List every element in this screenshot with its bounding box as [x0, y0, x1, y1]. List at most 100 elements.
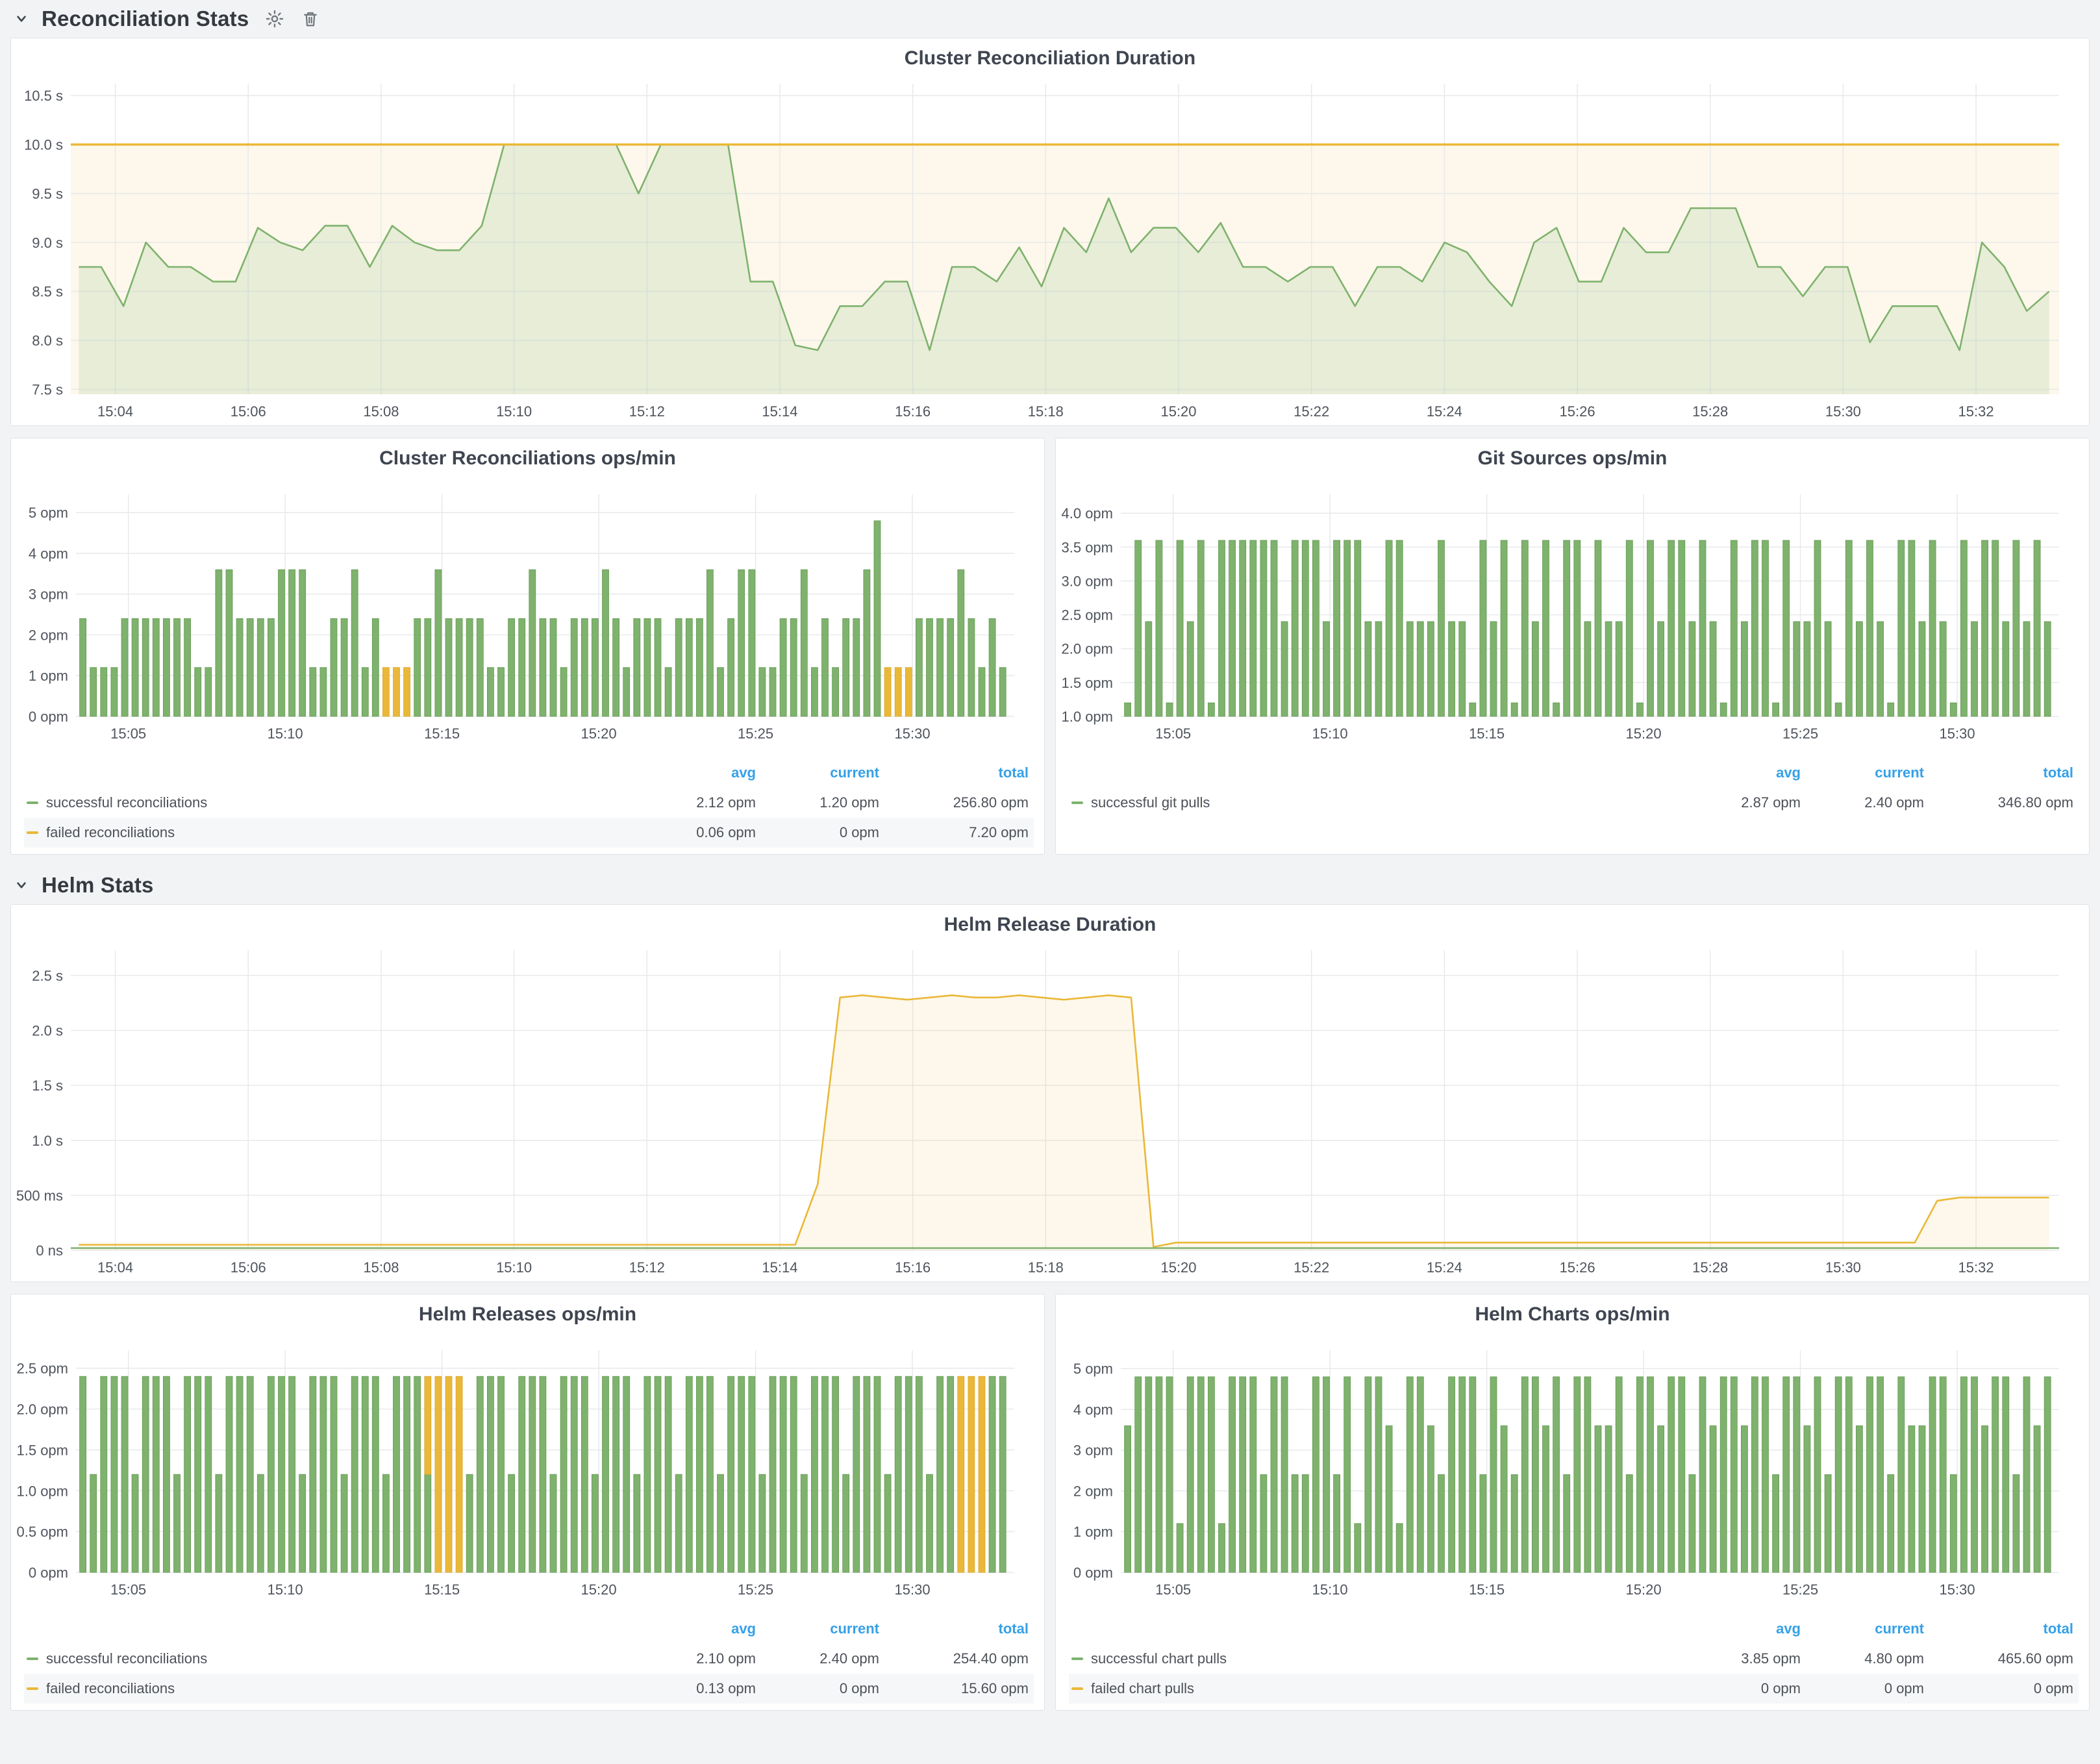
chevron-down-icon[interactable] — [13, 877, 30, 894]
series-color-swatch — [1071, 1657, 1083, 1660]
legend-col-current[interactable]: current — [1806, 762, 1929, 788]
legend-series-successful-chart-pulls[interactable]: successful chart pulls — [1069, 1644, 1682, 1674]
series-label: successful reconciliations — [46, 794, 207, 811]
legend-series-failed-reconciliations[interactable]: failed reconciliations — [24, 1674, 638, 1704]
panel-title-cluster-reconciliation-duration[interactable]: Cluster Reconciliation Duration — [11, 38, 2089, 72]
svg-text:15:24: 15:24 — [1427, 1259, 1462, 1276]
svg-text:15:25: 15:25 — [738, 725, 773, 742]
legend-value-current: 1.20 opm — [761, 788, 884, 818]
svg-text:15:12: 15:12 — [629, 403, 665, 420]
gear-icon[interactable] — [264, 8, 285, 29]
section-helm-stats: Helm Stats — [10, 866, 2090, 904]
git-sources-chart[interactable]: 1.0 opm1.5 opm2.0 opm2.5 opm3.0 opm3.5 o… — [1056, 472, 2069, 745]
svg-text:15:04: 15:04 — [97, 403, 133, 420]
helm-charts-chart[interactable]: 0 opm1 opm2 opm3 opm4 opm5 opm15:0515:10… — [1056, 1328, 2069, 1601]
svg-text:1.5 opm: 1.5 opm — [1062, 675, 1114, 691]
legend-value-current: 2.40 opm — [1806, 788, 1929, 818]
svg-text:15:30: 15:30 — [1825, 1259, 1861, 1276]
row-reconciliation-panels: Cluster Reconciliations ops/min 0 opm1 o… — [10, 438, 2090, 855]
legend-helm-releases: avgcurrenttotal successful reconciliation… — [11, 1601, 1044, 1710]
svg-text:15:10: 15:10 — [268, 725, 303, 742]
legend-col-current[interactable]: current — [761, 762, 884, 788]
series-color-swatch — [1071, 1687, 1083, 1690]
svg-text:15:05: 15:05 — [110, 1581, 146, 1598]
svg-text:3.0 opm: 3.0 opm — [1062, 573, 1114, 589]
svg-text:15:15: 15:15 — [424, 1581, 460, 1598]
svg-text:15:10: 15:10 — [496, 1259, 532, 1276]
panel-title-helm-releases-opm[interactable]: Helm Releases ops/min — [11, 1294, 1044, 1328]
legend-value-avg: 2.12 opm — [638, 788, 761, 818]
legend-value-avg: 0 opm — [1682, 1674, 1806, 1704]
legend-cluster-reconciliations: avgcurrenttotal successful reconciliation… — [11, 745, 1044, 854]
legend-series-successful-reconciliations[interactable]: successful reconciliations — [24, 788, 638, 818]
section-title-helm-stats[interactable]: Helm Stats — [42, 873, 154, 898]
svg-text:2.0 opm: 2.0 opm — [17, 1402, 69, 1418]
legend-value-avg: 2.10 opm — [638, 1644, 761, 1674]
svg-text:15:28: 15:28 — [1692, 1259, 1728, 1276]
svg-text:15:18: 15:18 — [1028, 1259, 1064, 1276]
svg-text:15:25: 15:25 — [1782, 1581, 1818, 1598]
series-label: failed reconciliations — [46, 824, 175, 841]
legend-series-failed-reconciliations[interactable]: failed reconciliations — [24, 818, 638, 848]
svg-text:15:14: 15:14 — [762, 403, 797, 420]
legend-value-avg: 0.06 opm — [638, 818, 761, 848]
svg-text:10.5 s: 10.5 s — [24, 88, 63, 104]
legend-col-current[interactable]: current — [761, 1618, 884, 1644]
chevron-down-icon[interactable] — [13, 10, 30, 27]
svg-text:0 opm: 0 opm — [29, 709, 68, 725]
cluster-reconciliation-duration-chart[interactable]: 10.5 s10.0 s9.5 s9.0 s8.5 s8.0 s7.5 s15:… — [11, 72, 2069, 425]
svg-text:9.0 s: 9.0 s — [32, 234, 63, 251]
svg-text:0.5 opm: 0.5 opm — [17, 1524, 69, 1540]
legend-value-current: 2.40 opm — [761, 1644, 884, 1674]
legend-value-avg: 0.13 opm — [638, 1674, 761, 1704]
helm-release-duration-chart[interactable]: 2.5 s2.0 s1.5 s1.0 s500 ms0 ns15:0415:06… — [11, 939, 2069, 1281]
trash-icon[interactable] — [301, 9, 320, 29]
svg-text:2.0 s: 2.0 s — [32, 1023, 63, 1039]
panel-title-git-sources-opm[interactable]: Git Sources ops/min — [1056, 438, 2089, 472]
svg-text:1.5 opm: 1.5 opm — [17, 1442, 69, 1458]
legend-col-total[interactable]: total — [884, 762, 1034, 788]
legend-value-total: 465.60 opm — [1929, 1644, 2079, 1674]
series-label: failed reconciliations — [46, 1680, 175, 1697]
legend-col-avg[interactable]: avg — [1682, 762, 1806, 788]
panel-title-helm-release-duration[interactable]: Helm Release Duration — [11, 905, 2089, 939]
legend-series-successful-reconciliations[interactable]: successful reconciliations — [24, 1644, 638, 1674]
svg-text:15:20: 15:20 — [581, 1581, 617, 1598]
legend-col-total[interactable]: total — [1929, 762, 2079, 788]
legend-series-failed-chart-pulls[interactable]: failed chart pulls — [1069, 1674, 1682, 1704]
svg-text:15:24: 15:24 — [1427, 403, 1462, 420]
section-reconciliation-stats: Reconciliation Stats — [10, 0, 2090, 38]
cluster-reconciliations-chart[interactable]: 0 opm1 opm2 opm3 opm4 opm5 opm15:0515:10… — [11, 472, 1025, 745]
legend-col-current[interactable]: current — [1806, 1618, 1929, 1644]
svg-text:2.5 opm: 2.5 opm — [17, 1361, 69, 1377]
svg-text:2 opm: 2 opm — [1073, 1483, 1113, 1499]
legend-col-avg[interactable]: avg — [1682, 1618, 1806, 1644]
series-color-swatch — [1071, 801, 1083, 804]
svg-text:15:08: 15:08 — [363, 403, 399, 420]
svg-text:15:22: 15:22 — [1294, 403, 1329, 420]
legend-value-current: 0 opm — [761, 818, 884, 848]
panel-helm-charts-opm: Helm Charts ops/min 0 opm1 opm2 opm3 opm… — [1055, 1294, 2090, 1711]
svg-text:15:30: 15:30 — [895, 725, 931, 742]
svg-text:15:22: 15:22 — [1294, 1259, 1329, 1276]
legend-table: avgcurrenttotal successful reconciliation… — [24, 762, 1034, 848]
svg-text:4.0 opm: 4.0 opm — [1062, 505, 1114, 522]
panel-helm-release-duration: Helm Release Duration 2.5 s2.0 s1.5 s1.0… — [10, 904, 2090, 1282]
svg-text:3 opm: 3 opm — [29, 586, 68, 603]
legend-col-avg[interactable]: avg — [638, 762, 761, 788]
legend-series-successful-git-pulls[interactable]: successful git pulls — [1069, 788, 1682, 818]
svg-text:15:06: 15:06 — [231, 1259, 266, 1276]
svg-text:1.5 s: 1.5 s — [32, 1077, 63, 1094]
legend-col-total[interactable]: total — [884, 1618, 1034, 1644]
series-label: failed chart pulls — [1091, 1680, 1194, 1697]
helm-releases-chart[interactable]: 0 opm0.5 opm1.0 opm1.5 opm2.0 opm2.5 opm… — [11, 1328, 1025, 1601]
legend-col-avg[interactable]: avg — [638, 1618, 761, 1644]
section-title-reconciliation-stats[interactable]: Reconciliation Stats — [42, 6, 249, 31]
svg-text:0 opm: 0 opm — [1073, 1565, 1113, 1581]
legend-value-current: 0 opm — [1806, 1674, 1929, 1704]
legend-col-total[interactable]: total — [1929, 1618, 2079, 1644]
legend-helm-charts: avgcurrenttotalsuccessful chart pulls3.8… — [1056, 1601, 2089, 1710]
panel-title-cluster-reconciliations-opm[interactable]: Cluster Reconciliations ops/min — [11, 438, 1044, 472]
panel-title-helm-charts-opm[interactable]: Helm Charts ops/min — [1056, 1294, 2089, 1328]
svg-text:4 opm: 4 opm — [1073, 1402, 1113, 1418]
